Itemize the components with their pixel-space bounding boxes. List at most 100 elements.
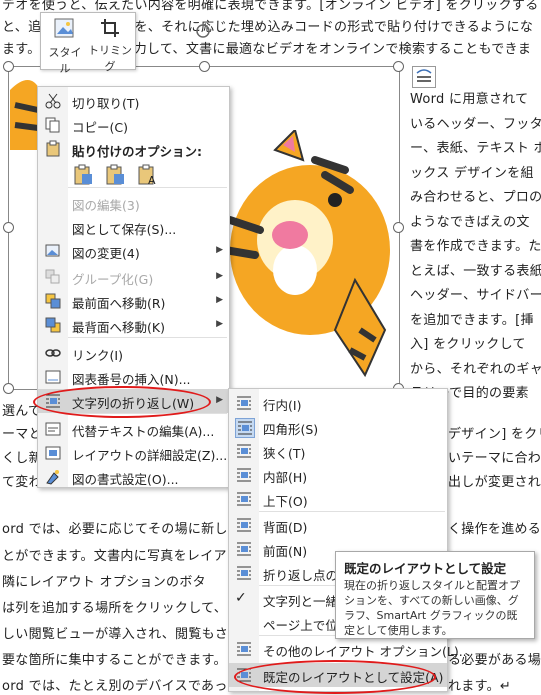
context-menu-item[interactable]: 最背面へ移動(K) ▶	[38, 313, 229, 337]
wrap-style-icon	[235, 540, 253, 558]
layout-options-icon[interactable]	[412, 66, 436, 88]
doc-line: いるヘッダー、フッタ	[410, 116, 541, 132]
change-picture-icon	[44, 242, 62, 260]
doc-line: て変わ	[2, 475, 42, 490]
resize-handle[interactable]	[3, 383, 14, 394]
menu-item-label: 図の変更(4)	[72, 246, 140, 261]
doc-line: から、それぞれのギャ	[410, 361, 541, 377]
wrap-option-label: 文字列と一緒	[263, 594, 339, 609]
resize-handle[interactable]	[3, 222, 14, 233]
checkmark-icon: ✓	[235, 590, 247, 606]
rotate-handle-icon[interactable]	[194, 22, 212, 40]
resize-handle[interactable]	[199, 61, 210, 72]
doc-line: 入] をクリックして	[410, 337, 526, 352]
crop-icon	[101, 19, 119, 37]
wrap-option-label: 内部(H)	[263, 470, 308, 485]
annotation-oval	[33, 386, 211, 418]
menu-separator	[68, 187, 227, 188]
caption-icon	[44, 368, 62, 386]
tooltip-body: 現在の折り返しスタイルと配置オプションを、すべての新しい画像、グラフ、Smart…	[344, 579, 520, 637]
doc-line: とえば、一致する表紙	[410, 263, 541, 279]
tooltip-title: 既定のレイアウトとして設定	[344, 561, 507, 576]
menu-item-label: 図として保存(S)...	[72, 222, 177, 237]
doc-line: 出しが変更され	[448, 475, 541, 490]
wrap-style-icon	[235, 640, 253, 658]
wrap-option-item[interactable]: 上下(O)	[229, 487, 447, 511]
doc-line: ックス デザインを組	[410, 165, 534, 181]
context-menu-item[interactable]: コピー(C)	[38, 113, 229, 137]
wrap-option-label: 行内(I)	[263, 398, 302, 413]
menu-item-label: 切り取り(T)	[72, 96, 140, 111]
wrap-option-item[interactable]: 狭く(T)	[229, 439, 447, 463]
menu-item-label: 最背面へ移動(K)	[72, 320, 165, 335]
doc-line: み合わせると、プロの	[410, 190, 541, 205]
chevron-right-icon: ▶	[216, 395, 223, 405]
wrap-option-item[interactable]: 四角形(S)	[229, 415, 447, 439]
resize-handle[interactable]	[393, 61, 404, 72]
send-back-icon	[44, 316, 62, 334]
doc-line: ー、表紙、テキスト ボ	[410, 141, 541, 156]
picture-style-icon	[54, 18, 74, 38]
wrap-option-label: 狭く(T)	[263, 446, 306, 461]
menu-item-label: 図の編集(3)	[72, 198, 140, 213]
wrap-style-icon	[235, 516, 253, 534]
svg-text:A: A	[148, 174, 156, 187]
menu-item-label: グループ化(G)	[72, 272, 154, 287]
style-button[interactable]: スタイル	[45, 17, 85, 76]
wrap-text-submenu: 行内(I) 四角形(S) 狭く(T) 内部(H) 上下(O) 背面(D) 前面(N) 折り返し…	[228, 388, 471, 692]
doc-line: く操作を進める	[448, 522, 541, 537]
doc-line: は列を追加する場所をクリックして、	[2, 601, 228, 616]
menu-item-label: 図の書式設定(O)...	[72, 472, 179, 487]
wrap-style-icon	[235, 564, 253, 582]
doc-line: 要な箇所に集中することができます。	[2, 653, 227, 668]
wrap-style-icon	[235, 418, 255, 438]
chevron-right-icon: ▶	[216, 245, 223, 255]
context-menu-item[interactable]: リンク(I)	[38, 341, 229, 365]
context-menu-item[interactable]: 図として保存(S)...	[38, 215, 229, 239]
chevron-right-icon: ▶	[216, 271, 223, 281]
context-menu-item[interactable]: 貼り付けのオプション:	[38, 137, 229, 161]
menu-separator	[259, 511, 445, 512]
doc-line: れます。↵	[448, 679, 512, 694]
context-menu-item[interactable]: 図の書式設定(O)...	[38, 465, 229, 489]
doc-line: くし新	[2, 451, 42, 466]
context-menu-item[interactable]: レイアウトの詳細設定(Z)...	[38, 441, 229, 465]
menu-item-label: 貼り付けのオプション:	[72, 144, 202, 159]
context-menu-item[interactable]: 図の変更(4) ▶	[38, 239, 229, 263]
menu-separator	[68, 337, 227, 338]
context-menu-item[interactable]: 代替テキストの編集(A)...	[38, 417, 229, 441]
wrap-option-item[interactable]: 背面(D)	[229, 513, 447, 537]
wrap-style-icon	[235, 614, 253, 632]
doc-line: ヘッダー、サイドバー	[410, 288, 541, 303]
wrap-option-item[interactable]: その他のレイアウト オプション(L)...	[229, 637, 471, 661]
doc-line: ord では、たとえ別のデバイスであっ	[2, 679, 228, 694]
paste-icon	[44, 140, 62, 158]
wrap-option-label: 上下(O)	[263, 494, 308, 509]
doc-line: ord では、必要に応じてその場に新し	[2, 522, 228, 537]
chevron-right-icon: ▶	[216, 319, 223, 329]
context-menu-item[interactable]: 最前面へ移動(R) ▶	[38, 289, 229, 313]
annotation-oval	[234, 660, 436, 694]
trim-button[interactable]: トリミング	[87, 17, 133, 74]
doc-line: 隣にレイアウト オプションのボタ	[2, 575, 206, 590]
group-icon	[44, 268, 62, 286]
layout-icon	[44, 444, 62, 462]
style-label: スタイル	[48, 46, 82, 75]
menu-item-label: 代替テキストの編集(A)...	[72, 424, 215, 439]
trim-label: トリミング	[88, 44, 132, 73]
menu-item-label: リンク(I)	[72, 348, 123, 363]
wrap-style-icon	[235, 394, 253, 412]
doc-line: Word に用意されて	[410, 92, 529, 107]
wrap-option-item[interactable]: 行内(I)	[229, 391, 447, 415]
doc-line: ーマと	[2, 427, 42, 442]
context-menu-item[interactable]: 切り取り(T)	[38, 89, 229, 113]
doc-line: しい閲覧ビューが導入され、閲覧もさ	[2, 627, 229, 642]
doc-line: とができます。文書内に写真をレイア	[2, 549, 227, 564]
menu-item-label: 最前面へ移動(R)	[72, 296, 166, 311]
scissors-icon	[44, 92, 62, 110]
menu-item-label: コピー(C)	[72, 120, 128, 135]
wrap-style-icon	[235, 442, 253, 460]
copy-icon	[44, 116, 62, 134]
wrap-option-item[interactable]: 内部(H)	[229, 463, 447, 487]
wrap-option-label: 前面(N)	[263, 544, 308, 559]
